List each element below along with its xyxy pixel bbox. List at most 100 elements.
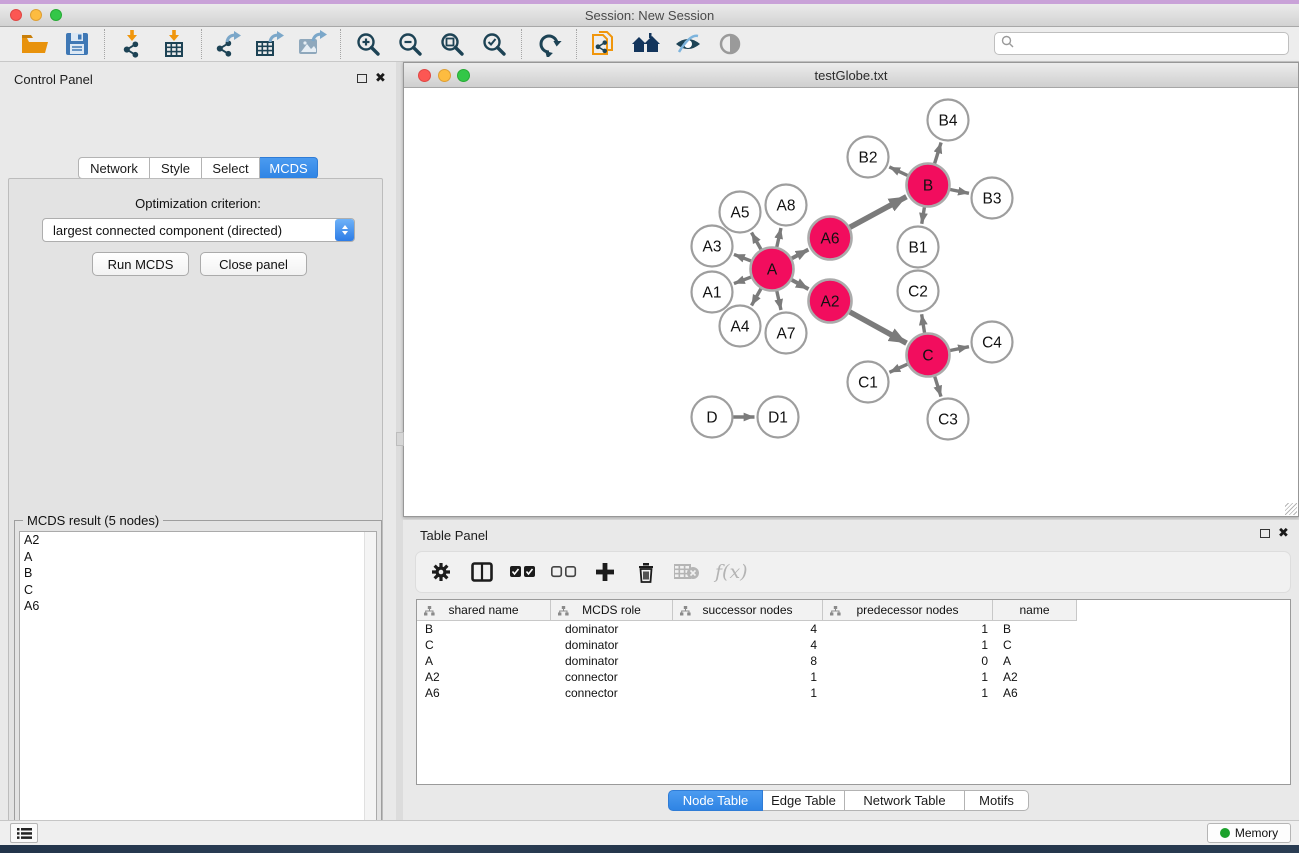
table-cell[interactable]: 1 xyxy=(823,637,993,653)
zoom-fit-icon[interactable] xyxy=(435,29,469,59)
memory-button[interactable]: Memory xyxy=(1207,823,1291,843)
tab-edge-table[interactable]: Edge Table xyxy=(763,790,845,811)
network-window-titlebar[interactable]: testGlobe.txt xyxy=(404,63,1298,88)
graph-node-A3[interactable]: A3 xyxy=(692,226,733,267)
table-cell[interactable]: dominator xyxy=(551,621,673,637)
import-table-icon[interactable] xyxy=(157,29,191,59)
tab-network-table[interactable]: Network Table xyxy=(845,790,965,811)
splitpane-grip[interactable] xyxy=(396,432,404,446)
column-header-shared-name[interactable]: shared name xyxy=(417,600,551,621)
criterion-dropdown[interactable]: largest connected component (directed) xyxy=(42,218,355,242)
panel-menu-button[interactable] xyxy=(10,823,38,843)
graph-node-B1[interactable]: B1 xyxy=(898,227,939,268)
table-cell[interactable]: C xyxy=(417,637,551,653)
export-image-icon[interactable] xyxy=(296,29,330,59)
graph-node-B4[interactable]: B4 xyxy=(928,100,969,141)
table-cell[interactable]: B xyxy=(993,621,1077,637)
deselect-all-icon[interactable] xyxy=(551,559,577,585)
column-header-successor-nodes[interactable]: successor nodes xyxy=(673,600,823,621)
table-cell[interactable]: 4 xyxy=(673,637,823,653)
mcds-result-list[interactable]: A2ABCA6 xyxy=(19,531,377,853)
table-cell[interactable]: 4 xyxy=(673,621,823,637)
graph-node-B[interactable]: B xyxy=(907,164,950,207)
export-table-icon[interactable] xyxy=(254,29,288,59)
table-row[interactable]: Bdominator41B xyxy=(417,621,1290,637)
settings-gear-icon[interactable] xyxy=(428,559,454,585)
graph-node-A[interactable]: A xyxy=(751,248,794,291)
search-box[interactable] xyxy=(994,32,1289,55)
list-scrollbar[interactable] xyxy=(364,532,376,853)
column-header-predecessor-nodes[interactable]: predecessor nodes xyxy=(823,600,993,621)
tab-network[interactable]: Network xyxy=(78,157,150,179)
search-input[interactable] xyxy=(1019,37,1282,51)
table-cell[interactable]: 1 xyxy=(823,621,993,637)
float-panel-icon[interactable] xyxy=(357,74,367,83)
graph-node-B3[interactable]: B3 xyxy=(972,178,1013,219)
column-header-name[interactable]: name xyxy=(993,600,1077,621)
network-graph-canvas[interactable]: B4B2BB3A8A5A6A3B1AA1C2A2A4A7C4CC1C3DD1 xyxy=(404,88,1298,516)
graph-node-A4[interactable]: A4 xyxy=(720,306,761,347)
mcds-result-item[interactable]: A2 xyxy=(20,532,376,549)
function-builder-icon[interactable]: f(x) xyxy=(715,561,748,583)
table-cell[interactable]: B xyxy=(417,621,551,637)
graph-node-C[interactable]: C xyxy=(907,334,950,377)
table-row[interactable]: A2connector11A2 xyxy=(417,669,1290,685)
mcds-result-item[interactable]: A6 xyxy=(20,598,376,615)
close-panel-icon[interactable]: ✖ xyxy=(375,71,386,84)
run-mcds-button[interactable]: Run MCDS xyxy=(92,252,189,276)
table-cell[interactable]: C xyxy=(993,637,1077,653)
graph-node-A7[interactable]: A7 xyxy=(766,313,807,354)
mcds-result-item[interactable]: C xyxy=(20,582,376,599)
table-cell[interactable]: A2 xyxy=(417,669,551,685)
table-cell[interactable]: A2 xyxy=(993,669,1077,685)
delete-column-icon[interactable] xyxy=(633,559,659,585)
tab-select[interactable]: Select xyxy=(202,157,260,179)
open-session-icon[interactable] xyxy=(18,29,52,59)
zoom-out-icon[interactable] xyxy=(393,29,427,59)
columns-icon[interactable] xyxy=(469,559,495,585)
import-network-icon[interactable] xyxy=(115,29,149,59)
tab-mcds[interactable]: MCDS xyxy=(260,157,318,179)
table-cell[interactable]: 1 xyxy=(673,669,823,685)
show-panel-icon[interactable] xyxy=(713,29,747,59)
graph-node-D1[interactable]: D1 xyxy=(758,397,799,438)
graph-node-C4[interactable]: C4 xyxy=(972,322,1013,363)
clone-network-icon[interactable] xyxy=(587,29,621,59)
graph-node-C2[interactable]: C2 xyxy=(898,271,939,312)
hide-panel-icon[interactable] xyxy=(671,29,705,59)
graph-node-A2[interactable]: A2 xyxy=(809,280,852,323)
column-header-MCDS-role[interactable]: MCDS role xyxy=(551,600,673,621)
tab-style[interactable]: Style xyxy=(150,157,202,179)
zoom-in-icon[interactable] xyxy=(351,29,385,59)
select-all-icon[interactable] xyxy=(510,559,536,585)
table-cell[interactable]: connector xyxy=(551,669,673,685)
graph-node-A5[interactable]: A5 xyxy=(720,192,761,233)
mcds-result-item[interactable]: A xyxy=(20,549,376,566)
float-table-panel-icon[interactable] xyxy=(1260,529,1270,538)
graph-node-C1[interactable]: C1 xyxy=(848,362,889,403)
table-cell[interactable]: 8 xyxy=(673,653,823,669)
window-resize-grip[interactable] xyxy=(1285,503,1297,515)
graph-node-C3[interactable]: C3 xyxy=(928,399,969,440)
save-session-icon[interactable] xyxy=(60,29,94,59)
graph-node-A8[interactable]: A8 xyxy=(766,185,807,226)
delete-table-icon[interactable] xyxy=(674,559,700,585)
table-row[interactable]: Cdominator41C xyxy=(417,637,1290,653)
table-cell[interactable]: A xyxy=(993,653,1077,669)
table-row[interactable]: A6connector11A6 xyxy=(417,685,1290,701)
table-cell[interactable]: A6 xyxy=(417,685,551,701)
table-cell[interactable]: connector xyxy=(551,685,673,701)
mcds-result-item[interactable]: B xyxy=(20,565,376,582)
table-cell[interactable]: 1 xyxy=(823,669,993,685)
table-cell[interactable]: 1 xyxy=(673,685,823,701)
close-table-panel-icon[interactable]: ✖ xyxy=(1278,526,1289,539)
table-cell[interactable]: 0 xyxy=(823,653,993,669)
zoom-selected-icon[interactable] xyxy=(477,29,511,59)
home-icon[interactable] xyxy=(629,29,663,59)
table-cell[interactable]: A6 xyxy=(993,685,1077,701)
tab-node-table[interactable]: Node Table xyxy=(668,790,763,811)
graph-node-D[interactable]: D xyxy=(692,397,733,438)
close-panel-button[interactable]: Close panel xyxy=(200,252,307,276)
graph-node-A6[interactable]: A6 xyxy=(809,217,852,260)
export-network-icon[interactable] xyxy=(212,29,246,59)
